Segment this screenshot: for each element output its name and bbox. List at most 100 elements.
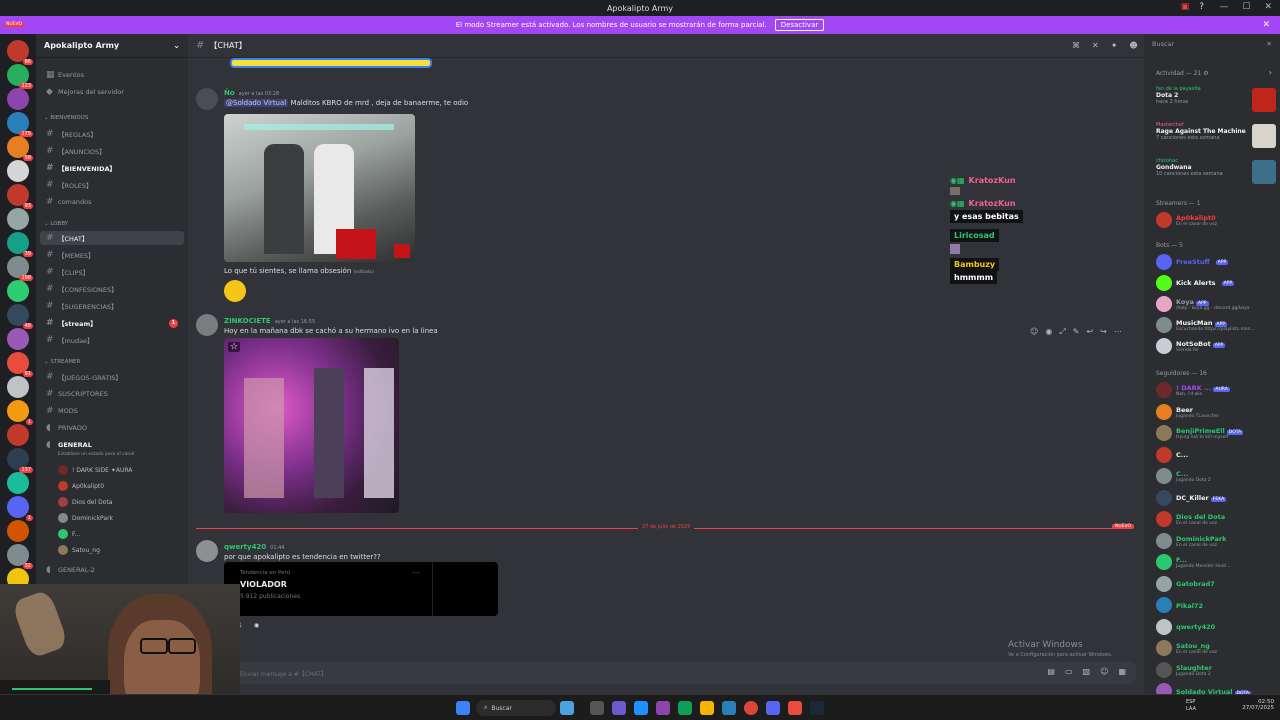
member-item[interactable]: DC_Killer FEKA [1156,488,1268,508]
message-author[interactable]: qwerty420 [224,543,266,551]
member-item[interactable]: Beer Jugando TLauncher [1156,402,1268,422]
events-item[interactable]: ▦ Eventos [40,68,184,82]
avatar[interactable] [196,540,218,562]
channel-reglas[interactable]: # 【REGLAS】 [40,127,184,141]
image-attachment[interactable] [230,58,432,68]
server-icon[interactable]: 86 [7,40,33,65]
member-item[interactable]: C... Jugando Dota 2 [1156,466,1268,486]
app-icon[interactable] [560,701,574,715]
server-icon[interactable] [7,280,29,302]
boost-icon[interactable]: ◉ [1045,327,1052,337]
link-embed[interactable]: Tendencia en Perú VIOLADOR 5.912 publica… [224,562,498,616]
server-icon[interactable] [7,88,29,110]
member-item[interactable]: Pikal72 [1156,595,1268,615]
app-icon[interactable] [612,701,626,715]
member-item[interactable]: DominickPark En el canal de voz [1156,531,1268,551]
member-item[interactable]: Gatobrad7 [1156,574,1268,594]
emoji-icon[interactable]: ☺ [1100,667,1108,676]
voice-user[interactable]: F... [58,527,80,541]
member-item[interactable]: Slaughter Jugando Dota 2 [1156,660,1268,680]
voice-user[interactable]: Satou_ng [58,543,100,557]
close-icon[interactable]: ✕ [1264,2,1272,12]
member-item[interactable]: FreeStuff APP [1156,252,1268,272]
member-item[interactable]: Ap0kalipt0 En el canal de voz [1156,210,1268,230]
image-attachment[interactable] [224,114,415,262]
deactivate-button[interactable]: Desactivar [774,19,825,31]
channel-suscriptores[interactable]: # SUSCRIPTORES [40,387,184,401]
clock[interactable]: 02:50 27/07/2025 [1236,699,1274,711]
channel-anuncios[interactable]: # 【ANUNCIOS】 [40,144,184,158]
sticker-icon[interactable]: ▧ [1083,667,1091,676]
voice-user[interactable]: Ap0kalipt0 [58,479,104,493]
voice-user[interactable]: ! DARK SIDE ✦AURA [58,463,132,477]
activity-card[interactable]: Masterchef Rage Against The Machine 7 ca… [1156,122,1276,156]
banner-close-icon[interactable]: ✕ [1262,20,1270,30]
server-icon[interactable] [7,424,29,446]
category-welcome[interactable]: ⌄ BIENVENIDOS [44,115,88,121]
channel-stream[interactable]: # 【stream】 1 [40,316,184,330]
category-streamer[interactable]: ⌄ STREAMER [44,359,80,365]
channel-privado[interactable]: ◖ PRIVADO [40,421,184,435]
channel-bienvenida[interactable]: # 【BIENVENIDA】 [40,161,184,175]
app-icon[interactable] [700,701,714,715]
category-lobby[interactable]: ⌄ LOBBY [44,221,68,227]
server-icon[interactable]: 1 [7,400,33,425]
server-icon[interactable]: 93 [7,184,33,209]
steam-icon[interactable] [810,701,824,715]
app-icon[interactable] [722,701,736,715]
avatar[interactable] [196,314,218,336]
channel-juegos-gratis[interactable]: # 【JUEGOS-GRATIS】 [40,370,184,384]
chrome-icon[interactable] [744,701,758,715]
channel-mudae[interactable]: # 【mudae】 [40,333,184,347]
search-input[interactable]: Buscar ✕ [1152,40,1272,54]
apps-icon[interactable]: ▦ [1118,667,1126,676]
app-icon[interactable] [678,701,692,715]
gif-icon[interactable]: ▭ [1065,667,1073,676]
server-icon[interactable]: 48 [7,304,33,329]
taskbar-search[interactable]: ⌕ Buscar [476,700,556,716]
member-item[interactable]: C... [1156,445,1268,465]
edit-icon[interactable]: ✎ [1073,327,1080,337]
server-icon[interactable] [7,160,29,182]
channel-roles[interactable]: # 【ROLES】 [40,178,184,192]
channel-chat[interactable]: # 【CHAT】 [40,231,184,245]
message-author[interactable]: ZINKOCIETE [224,317,271,325]
server-icon[interactable]: 32 [7,544,33,569]
activity-card[interactable]: fan de la payasita Dota 2 hace 2 horas [1156,86,1276,120]
avatar[interactable] [196,88,218,110]
member-item[interactable]: Satou_ng En el canal de voz [1156,638,1268,658]
server-icon[interactable]: 123 [7,64,33,89]
activity-card[interactable]: chizohac Gondwana 10 canciones esta sema… [1156,158,1276,192]
member-item[interactable]: Koya APP/help - koya.gg - discord.gg/koya [1156,294,1268,314]
app-icon[interactable] [590,701,604,715]
channel-clips[interactable]: # 【CLIPS】 [40,265,184,279]
reaction-icon[interactable]: ☺ [1030,327,1038,337]
channel-confesiones[interactable]: # 【CONFESIONES】 [40,282,184,296]
server-icon[interactable]: 175 [7,112,33,137]
channel-comandos[interactable]: # comandos [40,195,184,209]
message-author[interactable]: Ño [224,89,235,97]
user-mention[interactable]: @Soldado Virtual [224,99,289,107]
pin-icon[interactable]: ✦ [1111,41,1118,50]
message-input[interactable]: Enviar mensaje a #【CHAT】 ▤ ▭ ▧ ☺ ▦ [196,662,1136,684]
start-icon[interactable] [456,701,470,715]
channel-mods[interactable]: # MODS [40,404,184,418]
app-icon[interactable] [634,701,648,715]
server-icon[interactable] [7,328,29,350]
members-icon[interactable]: ☻ [1129,41,1137,50]
voice-channel-general-2[interactable]: ◖ GENERAL-2 [40,563,184,577]
minimize-icon[interactable]: — [1219,2,1228,12]
server-icon[interactable]: 58 [7,136,33,161]
server-icon[interactable] [7,376,29,398]
server-icon[interactable] [7,520,29,542]
gift-icon[interactable]: ▤ [1047,667,1055,676]
server-icon[interactable] [7,208,29,230]
channel-memes[interactable]: # 【MEMES】 [40,248,184,262]
channel-sugerencias[interactable]: # 【SUGERENCIAS】 [40,299,184,313]
video-attachment[interactable]: ☆ [224,338,399,513]
server-icon[interactable]: 91 [7,352,33,377]
more-icon[interactable]: ⋯ [1114,327,1122,337]
server-icon[interactable] [7,472,29,494]
language-indicator[interactable]: ESP LAA [1186,699,1204,713]
reaction[interactable]: 1◉ [238,622,259,629]
